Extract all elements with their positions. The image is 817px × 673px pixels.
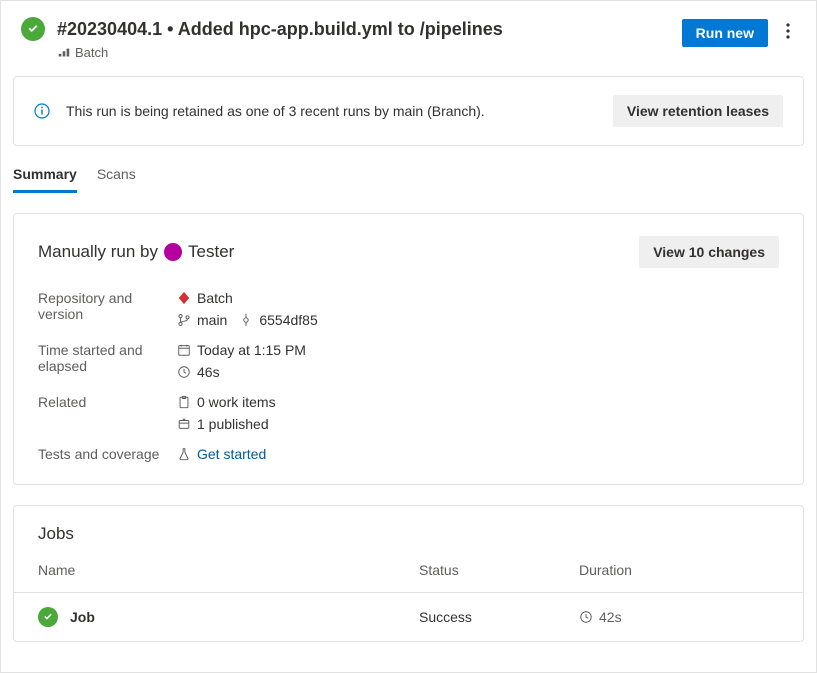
success-icon [21, 17, 45, 41]
artifact-icon [177, 417, 191, 431]
col-duration: Duration [579, 562, 779, 578]
tests-get-started-link[interactable]: Get started [197, 446, 266, 462]
vertical-dots-icon [786, 23, 790, 39]
flask-icon [177, 447, 191, 461]
repo-icon [177, 291, 191, 305]
branch-link[interactable]: main [197, 312, 227, 328]
repo-link[interactable]: Batch [177, 290, 779, 306]
view-changes-button[interactable]: View 10 changes [639, 236, 779, 268]
success-icon [38, 607, 58, 627]
job-name-text: Job [70, 609, 95, 625]
commit-link[interactable]: 6554df85 [259, 312, 317, 328]
label-repo: Repository and version [38, 290, 173, 328]
label-time: Time started and elapsed [38, 342, 173, 380]
info-icon [34, 103, 50, 119]
commit-icon [239, 313, 253, 327]
work-items[interactable]: 0 work items [197, 394, 276, 410]
summary-card: Manually run by Tester View 10 changes R… [13, 213, 804, 485]
job-row[interactable]: Job Success 42s [14, 592, 803, 641]
clock-icon [579, 610, 593, 624]
avatar [164, 243, 182, 261]
jobs-title: Jobs [38, 524, 779, 544]
retention-message: This run is being retained as one of 3 r… [66, 103, 613, 119]
clock-icon [177, 365, 191, 379]
col-status: Status [419, 562, 579, 578]
clipboard-icon [177, 395, 191, 409]
run-title: #20230404.1 • Added hpc-app.build.yml to… [57, 17, 682, 41]
time-elapsed: 46s [197, 364, 220, 380]
pipeline-link[interactable]: Batch [57, 45, 682, 60]
run-new-button[interactable]: Run new [682, 19, 768, 47]
label-tests: Tests and coverage [38, 446, 173, 462]
page-header: #20230404.1 • Added hpc-app.build.yml to… [1, 1, 816, 70]
run-by-user: Tester [188, 242, 234, 262]
pipeline-icon [57, 46, 71, 60]
published-link[interactable]: 1 published [197, 416, 269, 432]
run-by-heading: Manually run by Tester [38, 242, 234, 262]
jobs-card: Jobs Name Status Duration Job Success 42… [13, 505, 804, 642]
time-started: Today at 1:15 PM [197, 342, 306, 358]
job-status-text: Success [419, 609, 579, 625]
branch-icon [177, 313, 191, 327]
view-retention-button[interactable]: View retention leases [613, 95, 783, 127]
calendar-icon [177, 343, 191, 357]
job-duration-text: 42s [599, 609, 622, 625]
retention-banner: This run is being retained as one of 3 r… [13, 76, 804, 146]
tab-bar: Summary Scans [1, 146, 816, 193]
tab-scans[interactable]: Scans [97, 166, 136, 193]
label-related: Related [38, 394, 173, 432]
more-actions-button[interactable] [780, 17, 796, 48]
col-name: Name [38, 562, 419, 578]
tab-summary[interactable]: Summary [13, 166, 77, 193]
